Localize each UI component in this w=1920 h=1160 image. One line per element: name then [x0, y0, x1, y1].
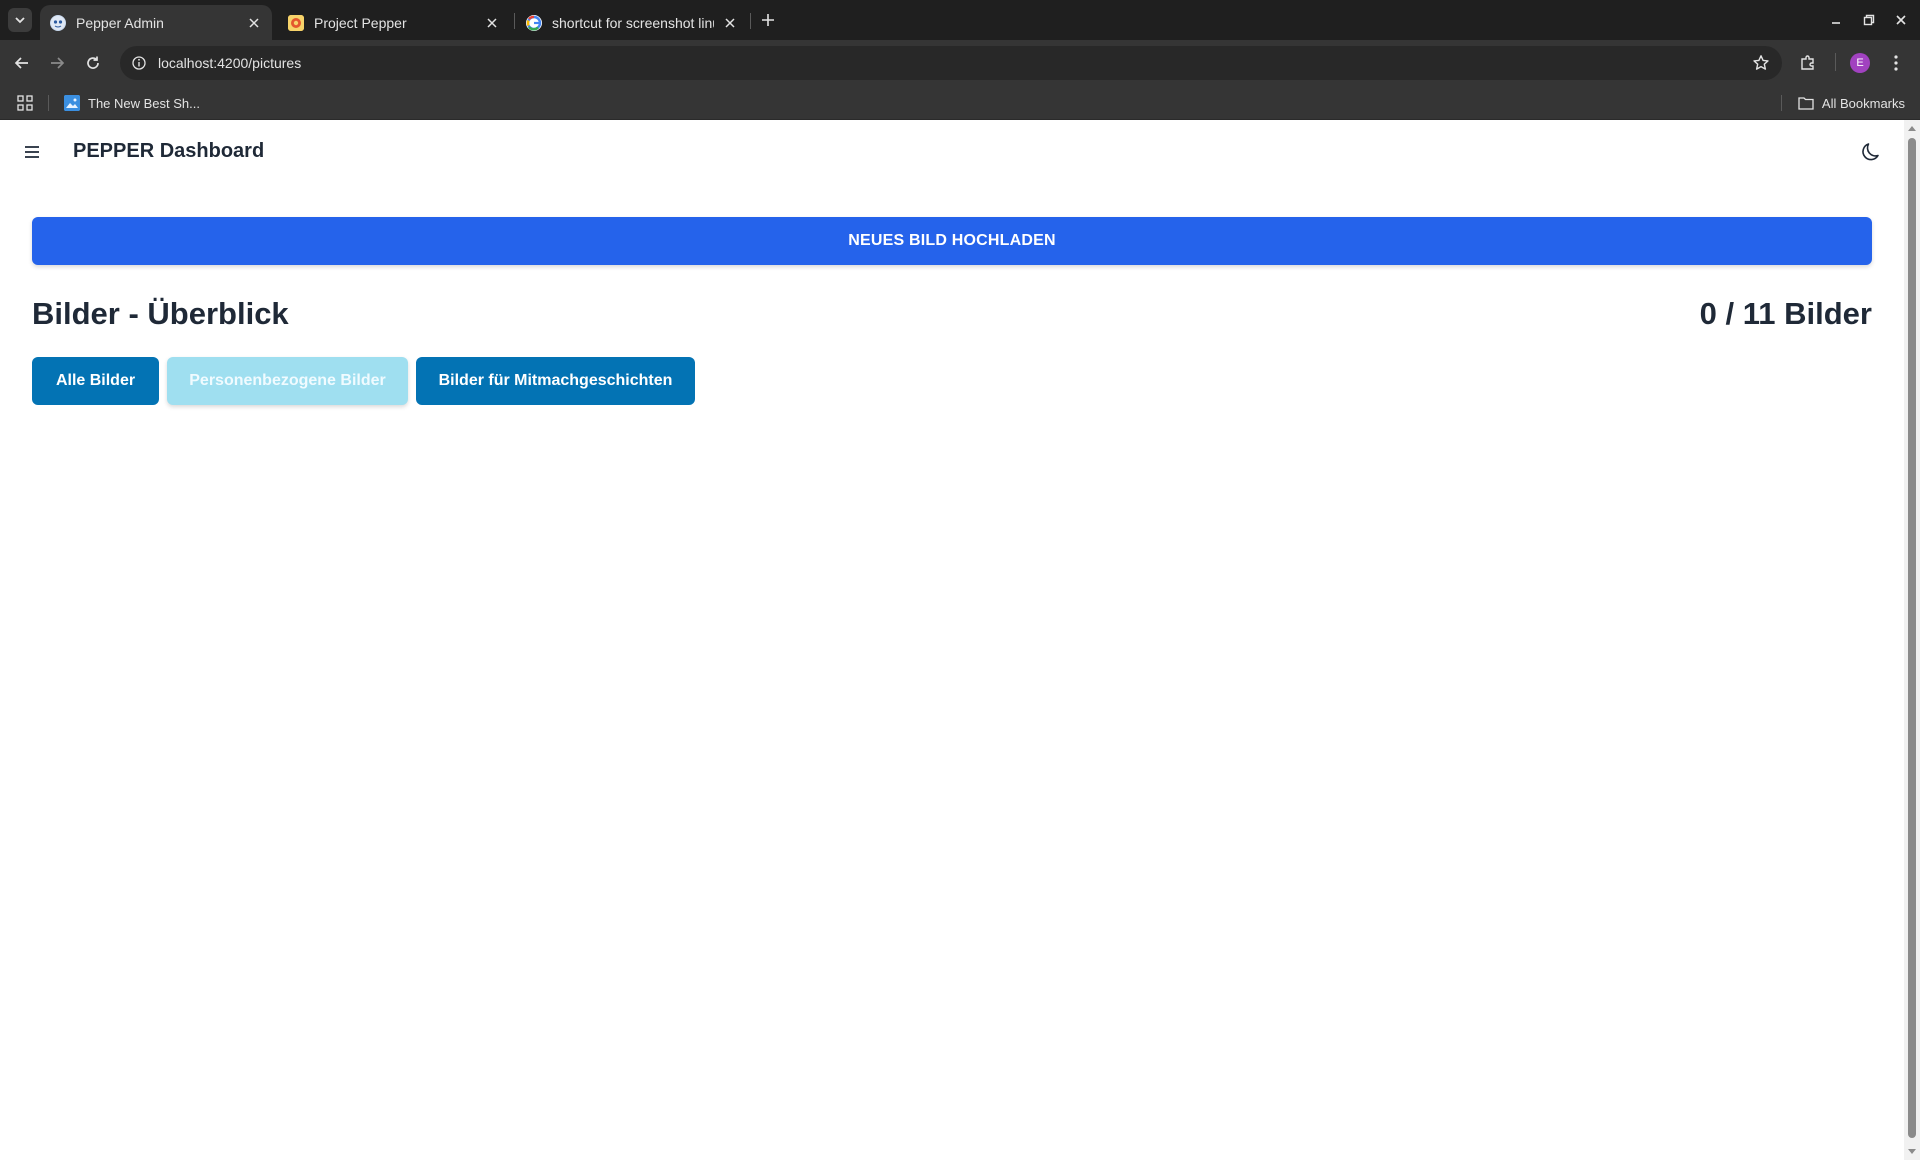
address-bar[interactable]: localhost:4200/pictures [120, 46, 1782, 80]
close-icon [1896, 15, 1906, 25]
theme-toggle-button[interactable] [1860, 140, 1884, 164]
tab-pepper-admin[interactable]: Pepper Admin [40, 5, 272, 40]
image-favicon-icon [64, 95, 80, 111]
tab-separator [750, 13, 751, 29]
tab-title: Pepper Admin [76, 14, 164, 31]
tab-separator [514, 13, 515, 29]
filter-all-pictures-button[interactable]: Alle Bilder [32, 357, 159, 405]
menu-button[interactable] [20, 140, 44, 164]
pepper-robot-favicon-icon [50, 14, 66, 31]
tab-search-button[interactable] [8, 8, 32, 32]
all-bookmarks-button[interactable]: All Bookmarks [1798, 93, 1905, 113]
page-viewport: PEPPER Dashboard NEUES BILD HOCHLADEN Bi… [0, 120, 1904, 1160]
more-vertical-icon [1894, 55, 1898, 71]
bookmark-separator [48, 95, 49, 111]
hamburger-menu-icon [25, 146, 39, 158]
toolbar-separator [1835, 53, 1836, 71]
browser-toolbar: localhost:4200/pictures [0, 40, 1920, 86]
restore-icon [1863, 14, 1875, 26]
new-tab-button[interactable] [756, 8, 780, 32]
scroll-down-arrow-icon[interactable] [1907, 1148, 1917, 1156]
site-info-icon[interactable] [130, 54, 148, 72]
url-text: localhost:4200/pictures [158, 55, 302, 71]
tab-title: shortcut for screenshot linu [552, 14, 714, 31]
tab-shortcut-search[interactable]: shortcut for screenshot linu [516, 5, 748, 40]
filter-personal-pictures-button[interactable]: Personenbezogene Bilder [167, 357, 408, 405]
apps-grid-icon[interactable] [16, 94, 34, 112]
tab-close-icon[interactable] [484, 15, 500, 31]
restore-button[interactable] [1859, 10, 1879, 30]
page-scrollbar[interactable] [1904, 120, 1920, 1160]
tab-title: Project Pepper [314, 14, 407, 31]
bookmark-item[interactable]: The New Best Sh... [64, 93, 200, 113]
minimize-icon [1832, 22, 1840, 24]
plus-icon [762, 14, 774, 26]
pepper-favicon-icon [288, 14, 304, 31]
upload-new-picture-button[interactable]: NEUES BILD HOCHLADEN [32, 217, 1872, 265]
scroll-up-arrow-icon[interactable] [1907, 124, 1917, 132]
extensions-button[interactable] [1797, 52, 1819, 74]
all-bookmarks-label: All Bookmarks [1821, 95, 1905, 111]
google-favicon-icon [526, 14, 542, 31]
reload-button[interactable] [79, 49, 107, 77]
profile-avatar[interactable]: E [1850, 53, 1870, 73]
chevron-down-icon [15, 17, 25, 24]
bookmarks-bar: The New Best Sh... All Bookmarks [0, 86, 1920, 120]
puzzle-icon [1801, 55, 1814, 70]
picture-count: 0 / 11 Bilder [1699, 296, 1872, 331]
filter-story-pictures-button[interactable]: Bilder für Mitmachgeschichten [416, 357, 695, 405]
moon-icon [1862, 143, 1879, 161]
scrollbar-thumb[interactable] [1908, 138, 1916, 1138]
tab-project-pepper[interactable]: Project Pepper [278, 5, 510, 40]
tab-close-icon[interactable] [246, 15, 262, 31]
app-header: PEPPER Dashboard [0, 120, 1904, 184]
back-button[interactable] [8, 49, 36, 77]
minimize-button[interactable] [1826, 10, 1846, 30]
arrow-right-icon [51, 57, 65, 69]
bookmark-star-icon[interactable] [1752, 54, 1770, 72]
page-title: Bilder - Überblick [32, 296, 289, 331]
tab-close-icon[interactable] [722, 15, 738, 31]
folder-icon [1798, 97, 1814, 110]
close-window-button[interactable] [1891, 10, 1911, 30]
reload-icon [87, 56, 99, 69]
browser-menu-button[interactable] [1885, 52, 1907, 74]
browser-tab-strip: Pepper Admin Project Pepper shortcut for… [0, 0, 1920, 40]
bookmark-label: The New Best Sh... [88, 95, 200, 111]
app-title: PEPPER Dashboard [73, 140, 265, 162]
bookmark-separator [1781, 95, 1782, 111]
forward-button[interactable] [43, 49, 71, 77]
arrow-left-icon [14, 57, 28, 69]
